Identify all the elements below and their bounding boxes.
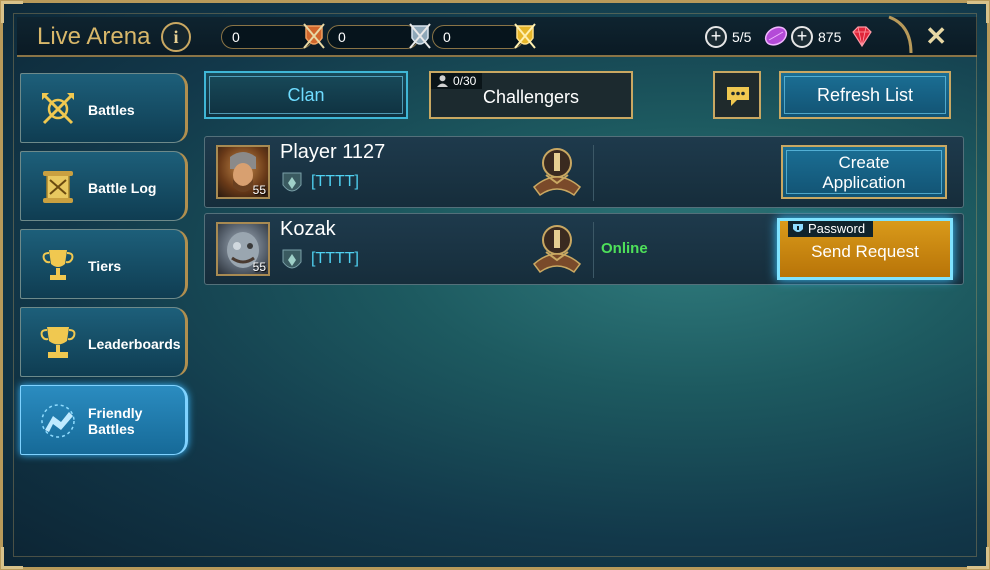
sidebar-item-label: Battle Log (88, 180, 157, 196)
online-status: Online (601, 240, 648, 257)
clan-tag: [TTTT] (311, 250, 359, 267)
ornament-icon (888, 15, 913, 54)
create-application-button[interactable]: Create Application (781, 145, 947, 199)
challengers-count: 0/30 (453, 74, 477, 88)
divider (593, 222, 594, 278)
player-name: Kozak (280, 218, 336, 240)
button-line: Create (838, 153, 890, 172)
token-value: 5/5 (732, 29, 752, 45)
clan-tag: [TTTT] (311, 173, 359, 190)
top-bar: Live Arena i 0 0 0 + 5/5 + 875 ✕ (17, 15, 977, 57)
refresh-list-button[interactable]: Refresh List (779, 71, 951, 119)
frame-corner (967, 547, 989, 569)
silver-medal-counter: 0 (327, 23, 431, 49)
person-icon (437, 75, 448, 87)
sidebar-item-label: Leaderboards (88, 336, 181, 352)
rank-emblem-icon (532, 225, 582, 274)
gold-medal-counter: 0 (432, 23, 536, 49)
game-window: Live Arena i 0 0 0 + 5/5 + 875 ✕ Battles… (0, 0, 990, 570)
add-tokens-button[interactable]: + (705, 26, 727, 48)
clan-shield-icon (282, 172, 302, 192)
password-tag: Password (788, 221, 874, 237)
avatar: 55 (216, 145, 270, 199)
send-request-button[interactable]: Password Send Request (777, 218, 953, 280)
trophy-icon (42, 250, 74, 280)
sidebar-item-friendly-battles[interactable]: Friendly Battles (20, 385, 188, 455)
scroll-icon (43, 171, 73, 203)
level-badge: 55 (252, 183, 266, 197)
frame-corner (1, 547, 23, 569)
silver-medal-icon (409, 23, 431, 49)
gem-value: 875 (818, 29, 842, 45)
password-label: Password (808, 221, 866, 236)
chat-button[interactable] (713, 71, 761, 119)
lock-shield-icon (793, 224, 803, 232)
sidebar-item-battle-log[interactable]: Battle Log (20, 151, 188, 221)
divider (593, 145, 594, 201)
page-title: Live Arena (37, 23, 151, 50)
crossed-axes-icon (42, 93, 74, 125)
sidebar-item-label: Tiers (88, 258, 122, 274)
purple-token-icon (764, 26, 788, 46)
sidebar-item-leaderboards[interactable]: Leaderboards (20, 307, 188, 377)
gem-counter: + 875 (791, 26, 881, 48)
clan-shield-icon (282, 249, 302, 269)
tab-clan[interactable]: Clan (204, 71, 408, 119)
chat-icon (727, 87, 749, 106)
bronze-medal-icon (303, 23, 325, 49)
counter-value: 0 (443, 29, 451, 45)
double-trophy-icon (40, 327, 76, 358)
tab-challengers[interactable]: 0/30 Challengers (429, 71, 633, 119)
level-badge: 55 (252, 260, 266, 274)
red-gem-icon (852, 26, 872, 48)
list-item: 55 Player 1127 [TTTT] Create Application (204, 136, 964, 208)
challengers-label: Challengers (482, 87, 580, 107)
bronze-medal-counter: 0 (221, 23, 325, 49)
avatar: 55 (216, 222, 270, 276)
label-line: Friendly (88, 405, 143, 421)
list-item: 55 Kozak [TTTT] Online Password Send Req… (204, 213, 964, 285)
sidebar-item-battles[interactable]: Battles (20, 73, 188, 143)
info-icon[interactable]: i (161, 22, 191, 52)
button-line: Application (822, 173, 906, 192)
sidebar-item-label: Friendly Battles (88, 405, 142, 437)
add-gems-button[interactable]: + (791, 26, 813, 48)
label-line: Battles (88, 421, 135, 437)
send-request-label: Send Request (811, 242, 919, 261)
rank-emblem-icon (532, 148, 582, 197)
sidebar-item-label: Battles (88, 102, 135, 118)
gold-medal-icon (514, 23, 536, 49)
token-counter: + 5/5 (705, 26, 789, 48)
player-name: Player 1127 (280, 141, 386, 163)
challengers-count-badge: 0/30 (431, 73, 483, 89)
counter-value: 0 (232, 29, 240, 45)
sidebar-item-tiers[interactable]: Tiers (20, 229, 188, 299)
counter-value: 0 (338, 29, 346, 45)
close-icon[interactable]: ✕ (925, 21, 947, 52)
handshake-icon (41, 404, 75, 438)
